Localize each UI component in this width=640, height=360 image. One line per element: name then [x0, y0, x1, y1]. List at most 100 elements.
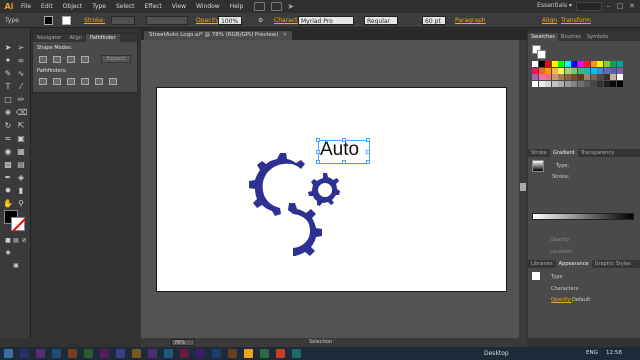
- app-taskbar-icon-14[interactable]: [228, 349, 237, 358]
- style-icon[interactable]: ⚙: [258, 16, 263, 25]
- width-tool-icon[interactable]: ≈: [3, 134, 13, 144]
- premiere-taskbar-icon[interactable]: [20, 349, 29, 358]
- close-icon[interactable]: ✕: [627, 1, 637, 11]
- tab-stroke[interactable]: Stroke: [528, 149, 550, 157]
- swatch-54[interactable]: [610, 80, 616, 87]
- swatch-40[interactable]: [610, 74, 616, 80]
- swatch-22[interactable]: [584, 67, 590, 74]
- swatch-9[interactable]: [590, 61, 597, 67]
- swatch-11[interactable]: [603, 61, 610, 67]
- swatch-44[interactable]: [545, 80, 551, 87]
- app-taskbar-icon-7[interactable]: [116, 349, 125, 358]
- tab-appearance[interactable]: Appearance: [555, 260, 592, 268]
- selection-tool-icon[interactable]: ➤: [3, 43, 13, 53]
- swatch-19[interactable]: [564, 67, 571, 74]
- opacity-field[interactable]: 100%: [218, 16, 242, 25]
- swatch-41[interactable]: [616, 74, 623, 80]
- menu-type[interactable]: Type: [87, 3, 111, 10]
- swatch-7[interactable]: [577, 61, 584, 67]
- tab-swatches[interactable]: Swatches: [528, 33, 558, 41]
- menu-help[interactable]: Help: [225, 3, 249, 10]
- unite-icon[interactable]: [39, 55, 47, 63]
- expand-button[interactable]: Expand: [101, 55, 131, 63]
- swatch-43[interactable]: [538, 80, 545, 87]
- zoom-select[interactable]: 78%: [171, 339, 195, 346]
- swatch-24[interactable]: [597, 67, 603, 74]
- swatch-4[interactable]: [558, 61, 564, 67]
- app-taskbar-icon-13[interactable]: [212, 349, 221, 358]
- arrange-documents-icon[interactable]: [271, 2, 283, 11]
- auto-text-object[interactable]: Auto: [320, 139, 359, 161]
- swatch-32[interactable]: [558, 74, 564, 80]
- swatch-10[interactable]: [597, 61, 603, 67]
- type-tool-icon[interactable]: T: [3, 82, 13, 92]
- swatch-35[interactable]: [577, 74, 584, 80]
- swatch-21[interactable]: [577, 67, 584, 74]
- trim-icon[interactable]: [53, 78, 61, 85]
- menu-window[interactable]: Window: [191, 3, 225, 10]
- exclude-icon[interactable]: [81, 55, 89, 63]
- direct-selection-tool-icon[interactable]: ➢: [16, 43, 26, 53]
- tab-pathfinder[interactable]: Pathfinder: [86, 34, 120, 42]
- app-taskbar-icon-12[interactable]: [196, 349, 205, 358]
- swatch-46[interactable]: [558, 80, 564, 87]
- minus-back-icon[interactable]: [109, 78, 117, 85]
- swatch-16[interactable]: [545, 67, 551, 74]
- menu-select[interactable]: Select: [111, 3, 140, 10]
- align-link[interactable]: Align: [542, 16, 557, 25]
- app-taskbar-icon-10[interactable]: [164, 349, 173, 358]
- app-taskbar-icon-8[interactable]: [132, 349, 141, 358]
- swatch-20[interactable]: [571, 67, 577, 74]
- swatch-1[interactable]: [538, 61, 545, 67]
- tab-transparency[interactable]: Transparency: [578, 149, 617, 157]
- swatch-31[interactable]: [551, 74, 558, 80]
- handle-right[interactable]: [366, 150, 370, 154]
- restore-icon[interactable]: □: [615, 1, 625, 11]
- appearance-characters[interactable]: Characters: [551, 286, 578, 292]
- language-indicator[interactable]: ENG: [586, 350, 598, 356]
- app-taskbar-icon-4[interactable]: [68, 349, 77, 358]
- swatch-55[interactable]: [616, 80, 623, 87]
- rectangle-tool-icon[interactable]: □: [3, 95, 13, 105]
- rotate-tool-icon[interactable]: ↻: [3, 121, 13, 131]
- scrollbar-thumb[interactable]: [520, 183, 526, 191]
- pen-tool-icon[interactable]: ✎: [3, 69, 13, 79]
- hand-tool-icon[interactable]: ✋: [3, 199, 13, 209]
- swatch-37[interactable]: [590, 74, 597, 80]
- app-taskbar-icon-11[interactable]: [180, 349, 189, 358]
- swatch-42[interactable]: [532, 80, 538, 87]
- swatch-15[interactable]: [538, 67, 545, 74]
- zoom-tool-icon[interactable]: ⚲: [16, 199, 26, 209]
- symbol-sprayer-tool-icon[interactable]: ✸: [3, 186, 13, 196]
- swatch-8[interactable]: [584, 61, 590, 67]
- close-tab-icon[interactable]: ✕: [282, 32, 287, 38]
- swatch-45[interactable]: [551, 80, 558, 87]
- swatch-13[interactable]: [616, 61, 623, 67]
- tab-gradient[interactable]: Gradient: [549, 149, 578, 157]
- swatch-52[interactable]: [597, 80, 603, 87]
- crop-icon[interactable]: [81, 78, 89, 85]
- document-tab[interactable]: StreetAuto Logo.ai* @ 78% (RGB/GPU Previ…: [144, 31, 293, 40]
- swatch-26[interactable]: [610, 67, 616, 74]
- minus-front-icon[interactable]: [53, 55, 61, 63]
- mesh-tool-icon[interactable]: ▩: [3, 160, 13, 170]
- app-taskbar-icon-9[interactable]: [148, 349, 157, 358]
- status-tool-text[interactable]: Selection: [309, 338, 332, 347]
- swatch-47[interactable]: [564, 80, 571, 87]
- font-style-field[interactable]: Regular: [364, 16, 398, 25]
- variable-width-profile[interactable]: [146, 16, 188, 25]
- swatch-2[interactable]: [545, 61, 551, 67]
- appearance-opacity-link[interactable]: Opacity:: [551, 297, 572, 303]
- send-icon[interactable]: ➤: [287, 2, 294, 11]
- stroke-weight-field[interactable]: [111, 16, 135, 25]
- outline-icon[interactable]: [95, 78, 103, 85]
- app-taskbar-icon-5[interactable]: [84, 349, 93, 358]
- panel-stroke-swatch[interactable]: [537, 50, 546, 59]
- desktop-toolbar-label[interactable]: Desktop: [484, 350, 509, 357]
- line-tool-icon[interactable]: ⁄: [16, 82, 26, 92]
- tab-graphic-styles[interactable]: Graphic Styles: [592, 260, 634, 268]
- paragraph-link[interactable]: Paragraph: [455, 16, 486, 25]
- swatch-49[interactable]: [577, 80, 584, 87]
- swatch-23[interactable]: [590, 67, 597, 74]
- intersect-icon[interactable]: [67, 55, 75, 63]
